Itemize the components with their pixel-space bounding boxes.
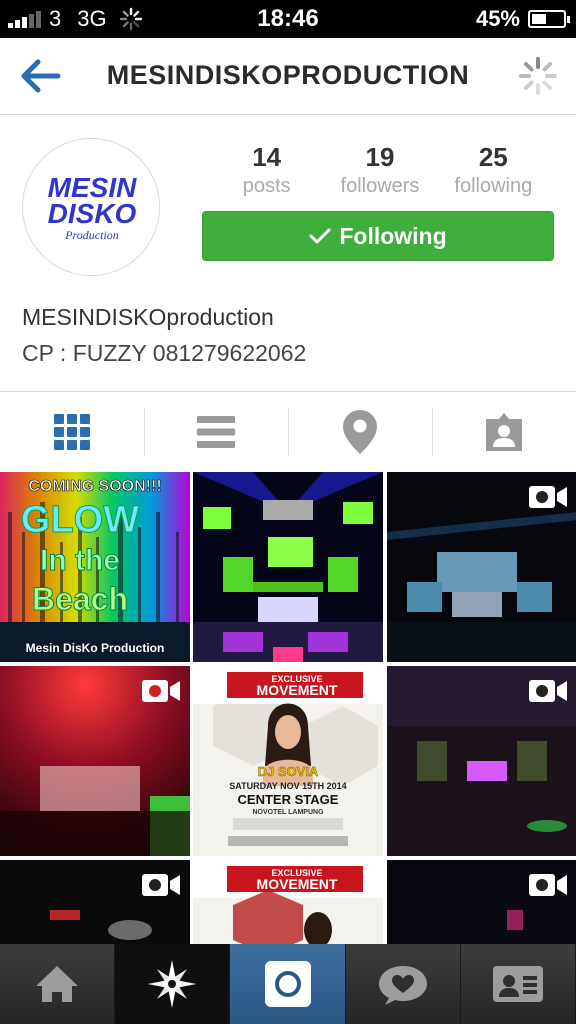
profile-display-name: MESINDISKOproduction	[22, 304, 274, 330]
svg-text:COMING SOON!!!: COMING SOON!!!	[28, 478, 161, 495]
page-title: MESINDISKOPRODUCTION	[106, 60, 470, 90]
profile-stats: 14 posts 19 followers 25 following	[210, 142, 550, 198]
explore-icon	[148, 960, 197, 1008]
posts-stat[interactable]: 14 posts	[212, 142, 322, 198]
glow-beach-poster: COMING SOON!!! GLOW In the Beach Mesin D…	[0, 472, 190, 662]
followers-stat[interactable]: 19 followers	[325, 142, 435, 198]
home-icon	[36, 966, 79, 1002]
tab-list-view[interactable]	[144, 392, 288, 472]
tab-home[interactable]	[0, 944, 116, 1024]
profile-bio: CP : FUZZY 081279622062	[22, 340, 307, 366]
svg-text:MOVEMENT: MOVEMENT	[257, 876, 338, 892]
photo-grid: COMING SOON!!! GLOW In the Beach Mesin D…	[0, 472, 576, 944]
following-label: following	[454, 175, 533, 197]
bottom-tab-bar	[0, 944, 576, 1024]
stage-led-photo	[193, 472, 383, 662]
svg-text:Production: Production	[64, 228, 119, 242]
video-camera-icon	[142, 874, 180, 896]
navigation-bar: MESINDISKOPRODUCTION	[0, 38, 576, 115]
tab-grid-view[interactable]	[0, 392, 144, 472]
svg-text:CENTER STAGE: CENTER STAGE	[238, 792, 339, 807]
tab-tagged-photos[interactable]	[432, 392, 576, 472]
followers-label: followers	[340, 175, 420, 197]
following-button[interactable]: Following	[202, 211, 554, 261]
tab-camera[interactable]	[230, 944, 346, 1024]
tab-explore[interactable]	[115, 944, 231, 1024]
photo-tile[interactable]: EXCLUSIVE MOVEMENT	[193, 860, 383, 944]
svg-text:NOVOTEL LAMPUNG: NOVOTEL LAMPUNG	[252, 809, 324, 816]
following-count: 25	[478, 142, 508, 172]
posts-count: 14	[252, 142, 282, 172]
video-camera-icon	[529, 874, 567, 896]
followers-count: 19	[365, 142, 395, 172]
photo-tile[interactable]: COMING SOON!!! GLOW In the Beach Mesin D…	[0, 472, 190, 662]
svg-text:DISKO: DISKO	[48, 198, 137, 229]
profile-view-tabs	[0, 392, 576, 472]
activity-icon	[378, 966, 427, 1005]
video-tile[interactable]	[387, 472, 576, 662]
video-tile[interactable]	[0, 860, 190, 944]
following-stat[interactable]: 25 following	[438, 142, 548, 198]
tab-profile[interactable]	[460, 944, 576, 1024]
tagged-person-icon	[486, 413, 522, 451]
profile-header: MESIN DISKO Production 14 posts 19 follo…	[0, 116, 576, 392]
tab-activity[interactable]	[345, 944, 461, 1024]
profile-icon	[492, 966, 543, 1002]
dj-sovia-poster: EXCLUSIVE MOVEMENT DJ SOVIA SATURDAY NOV…	[193, 666, 383, 856]
checkmark-icon	[309, 228, 331, 244]
svg-text:Beach: Beach	[32, 581, 128, 617]
video-camera-icon	[142, 680, 180, 702]
posts-label: posts	[242, 175, 291, 197]
battery-percentage: 45%	[475, 6, 520, 31]
photo-tile[interactable]	[193, 472, 383, 662]
loading-spinner-icon	[519, 57, 557, 95]
svg-text:SATURDAY NOV 15TH 2014: SATURDAY NOV 15TH 2014	[229, 781, 346, 791]
grid-icon	[54, 414, 90, 450]
list-icon	[197, 416, 235, 448]
svg-text:Mesin DisKo Production: Mesin DisKo Production	[26, 641, 165, 655]
video-camera-icon	[529, 680, 567, 702]
brand-logo: MESIN DISKO Production	[23, 139, 159, 275]
tab-map-view[interactable]	[288, 392, 432, 472]
svg-text:MOVEMENT: MOVEMENT	[257, 682, 338, 698]
video-tile[interactable]	[387, 860, 576, 944]
photo-tile[interactable]: EXCLUSIVE MOVEMENT DJ SOVIA SATURDAY NOV…	[193, 666, 383, 856]
avatar[interactable]: MESIN DISKO Production	[22, 138, 160, 276]
location-pin-icon	[343, 410, 377, 454]
svg-text:GLOW: GLOW	[21, 499, 139, 541]
video-tile[interactable]	[387, 666, 576, 856]
following-button-label: Following	[339, 222, 447, 249]
svg-text:In the: In the	[40, 544, 120, 577]
movement-poster: EXCLUSIVE MOVEMENT	[193, 860, 383, 944]
status-bar: 3 3G 18:46 45%	[0, 0, 576, 38]
svg-text:DJ SOVIA: DJ SOVIA	[258, 764, 319, 779]
battery-icon	[528, 10, 570, 28]
video-tile[interactable]	[0, 666, 190, 856]
camera-icon	[264, 961, 311, 1007]
video-camera-icon	[529, 486, 567, 508]
